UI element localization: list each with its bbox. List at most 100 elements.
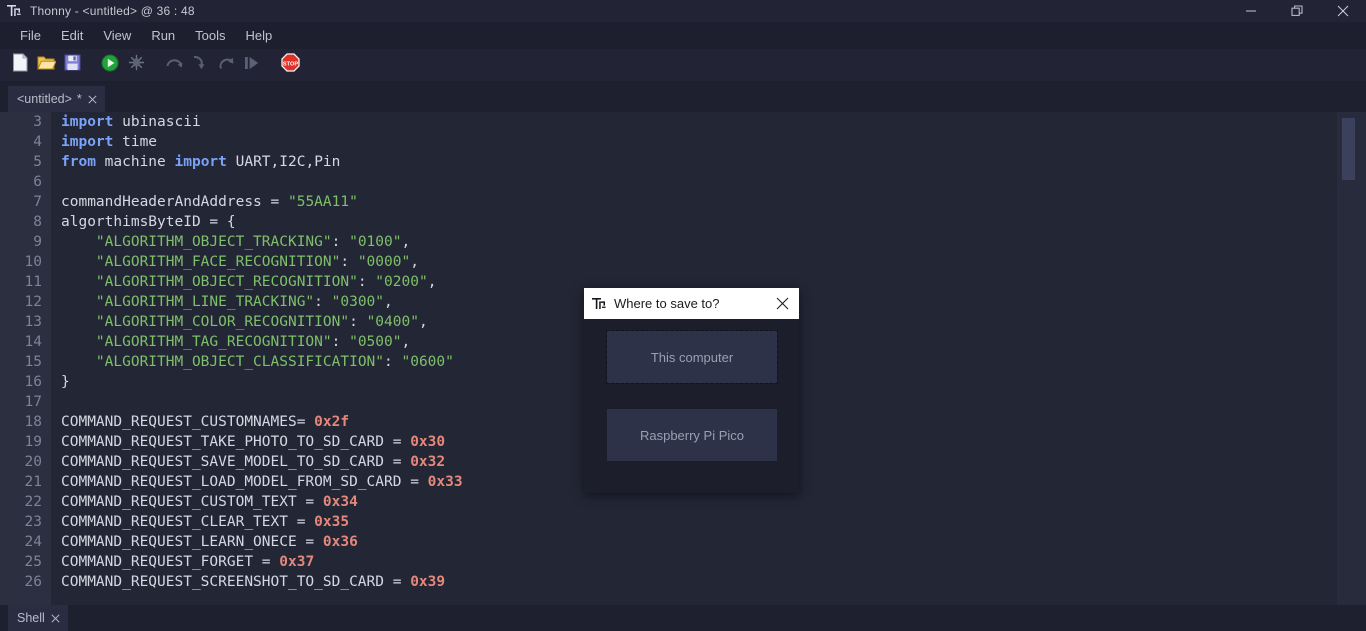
code-token: 0x34 — [322, 494, 358, 510]
save-file-button[interactable] — [61, 53, 83, 77]
code-token: "ALGORITHM_OBJECT_RECOGNITION" — [95, 274, 358, 290]
code-token: "0100" — [349, 234, 402, 250]
line-number: 8 — [33, 214, 42, 230]
code-token: 0x30 — [410, 434, 446, 450]
code-token: 0x36 — [322, 534, 358, 550]
resume-button — [241, 53, 263, 77]
code-token: 0x35 — [314, 514, 350, 530]
toolbar-separator-3 — [267, 65, 279, 66]
this-computer-button[interactable]: This computer — [606, 330, 778, 384]
code-token: 0x37 — [279, 554, 315, 570]
menu-help[interactable]: Help — [236, 25, 283, 46]
line-number: 26 — [24, 574, 42, 590]
dialog-title: Where to save to? — [614, 296, 720, 311]
code-token: COMMAND_REQUEST_SCREENSHOT_TO_SD_CARD = — [61, 574, 411, 590]
step-over-button — [163, 53, 185, 77]
code-token: "0600" — [401, 354, 454, 370]
code-token: "0000" — [357, 254, 411, 270]
stop-button[interactable]: STOP — [279, 53, 301, 77]
close-button[interactable] — [1320, 0, 1366, 22]
menu-file[interactable]: File — [10, 25, 51, 46]
resume-icon — [243, 55, 261, 76]
raspberry-pi-pico-button[interactable]: Raspberry Pi Pico — [607, 409, 777, 461]
run-play-icon — [101, 54, 119, 77]
code-token: COMMAND_REQUEST_LEARN_ONECE = — [61, 534, 323, 550]
debug-button[interactable] — [125, 53, 147, 77]
code-token: "ALGORITHM_FACE_RECOGNITION" — [95, 254, 341, 270]
step-into-button — [189, 53, 211, 77]
code-token: 0x32 — [410, 454, 446, 470]
code-line: COMMAND_REQUEST_LEARN_ONECE = 0x36 — [51, 532, 1337, 552]
debug-bug-icon — [128, 54, 145, 76]
shell-tab-close-icon[interactable] — [51, 613, 60, 623]
code-line: import ubinascii — [51, 112, 1337, 132]
code-token: "ALGORITHM_TAG_RECOGNITION" — [95, 334, 332, 350]
code-token: , — [401, 334, 411, 350]
menu-run[interactable]: Run — [141, 25, 185, 46]
editor-tabbar: <untitled> * — [0, 81, 1366, 112]
code-token: : — [357, 274, 376, 290]
step-into-icon — [191, 54, 210, 76]
code-token: import — [174, 154, 227, 170]
shell-tab-label: Shell — [17, 611, 45, 625]
toolbar-separator-1 — [87, 65, 99, 66]
code-token: 0x39 — [410, 574, 446, 590]
code-token: COMMAND_REQUEST_CUSTOMNAMES= — [61, 414, 315, 430]
open-file-button[interactable] — [35, 53, 57, 77]
save-floppy-icon — [64, 54, 81, 76]
shell-tab[interactable]: Shell — [8, 605, 68, 631]
code-token: } — [61, 374, 70, 390]
code-token: algorthimsByteID = { — [61, 214, 236, 230]
step-over-icon — [165, 54, 184, 76]
dialog-close-button[interactable] — [765, 288, 799, 319]
line-number: 7 — [33, 194, 42, 210]
code-token: COMMAND_REQUEST_TAKE_PHOTO_TO_SD_CARD = — [61, 434, 411, 450]
line-number: 4 — [33, 134, 42, 150]
editor-tab-untitled[interactable]: <untitled> * — [8, 86, 105, 112]
line-number: 19 — [24, 434, 42, 450]
where-to-save-dialog: Where to save to? This computer Raspberr… — [584, 288, 799, 493]
line-number: 14 — [24, 334, 42, 350]
code-token: "ALGORITHM_OBJECT_TRACKING" — [95, 234, 332, 250]
code-token: "ALGORITHM_LINE_TRACKING" — [95, 294, 315, 310]
line-number: 15 — [24, 354, 42, 370]
code-token: : — [314, 294, 332, 310]
minimize-button[interactable] — [1228, 0, 1274, 22]
code-line: COMMAND_REQUEST_CLEAR_TEXT = 0x35 — [51, 512, 1337, 532]
step-out-button — [215, 53, 237, 77]
line-number: 11 — [24, 274, 42, 290]
line-number: 18 — [24, 414, 42, 430]
code-token: UART,I2C,Pin — [226, 154, 341, 170]
code-token: "0200" — [375, 274, 428, 290]
menu-view[interactable]: View — [93, 25, 141, 46]
editor-tab-dirty-marker: * — [76, 92, 82, 106]
line-number: 5 — [33, 154, 42, 170]
run-button[interactable] — [99, 53, 121, 77]
dialog-body: This computer Raspberry Pi Pico — [584, 319, 799, 493]
line-number: 6 — [33, 174, 42, 190]
toolbar: STOP — [0, 49, 1366, 81]
window-titlebar: Thonny - <untitled> @ 36 : 48 — [0, 0, 1366, 22]
code-token: COMMAND_REQUEST_SAVE_MODEL_TO_SD_CARD = — [61, 454, 411, 470]
editor-scrollbar-thumb[interactable] — [1342, 117, 1355, 181]
stop-sign-icon: STOP — [280, 53, 300, 77]
editor-vertical-scrollbar[interactable] — [1337, 112, 1366, 605]
restore-button[interactable] — [1274, 0, 1320, 22]
menu-edit[interactable]: Edit — [51, 25, 93, 46]
line-number: 3 — [33, 114, 42, 130]
code-line: import time — [51, 132, 1337, 152]
code-token: commandHeaderAndAddress = — [61, 194, 288, 210]
code-token: , — [418, 314, 428, 330]
code-token: ubinascii — [113, 114, 201, 130]
svg-text:STOP: STOP — [282, 61, 297, 67]
menu-tools[interactable]: Tools — [185, 25, 235, 46]
code-line: "ALGORITHM_OBJECT_TRACKING": "0100", — [51, 232, 1337, 252]
code-line: COMMAND_REQUEST_CUSTOM_TEXT = 0x34 — [51, 492, 1337, 512]
editor-tab-close-icon[interactable] — [88, 94, 97, 104]
code-token: 0x2f — [314, 414, 350, 430]
new-file-button[interactable] — [9, 53, 31, 77]
line-number: 17 — [24, 394, 42, 410]
